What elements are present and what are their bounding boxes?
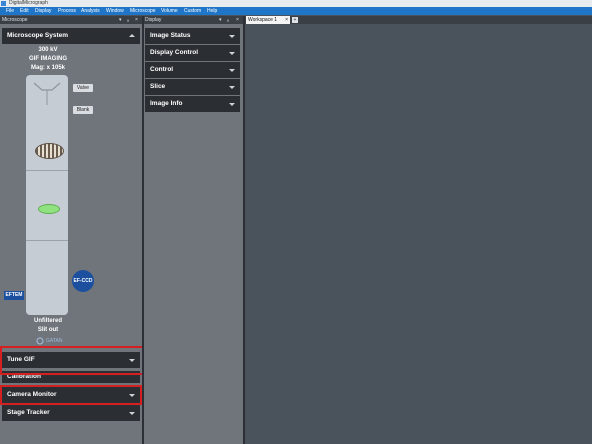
- stage-tracker-header[interactable]: Stage Tracker: [2, 405, 140, 421]
- collapse-arrow-icon: [129, 34, 135, 37]
- section-title: Stage Tracker: [7, 409, 50, 416]
- section-title: Image Status: [150, 32, 191, 39]
- workspace-tabbar: Workspace 1 × +: [244, 16, 592, 24]
- workspace-tab[interactable]: Workspace 1 ×: [246, 16, 290, 24]
- panel-close-icon[interactable]: ×: [236, 16, 239, 24]
- valve-button[interactable]: Valve: [73, 84, 93, 92]
- menu-custom[interactable]: Custom: [184, 7, 201, 15]
- display-panel-header: Display ▾ ₐ ×: [143, 16, 244, 24]
- eftem-button[interactable]: EFTEM: [4, 291, 24, 300]
- app-title: DigitalMicrograph: [9, 0, 48, 6]
- expand-arrow-icon: [229, 103, 235, 106]
- microscope-system-header[interactable]: Microscope System: [2, 28, 140, 44]
- panel-menu-icon[interactable]: ▾: [119, 16, 122, 24]
- ef-ccd-button[interactable]: EF-CCD: [72, 270, 94, 292]
- section-title: Control: [150, 66, 174, 73]
- menu-process[interactable]: Process: [58, 7, 76, 15]
- panel-splitter[interactable]: [243, 16, 245, 444]
- filter-state-label: Unfiltered: [33, 318, 62, 324]
- display-control-header[interactable]: Display Control: [145, 45, 240, 61]
- workspace-tab-label: Workspace 1: [248, 17, 278, 23]
- menu-window[interactable]: Window: [106, 7, 124, 15]
- microscope-panel-header: Microscope ▾ ₐ ×: [0, 16, 143, 24]
- control-header[interactable]: Control: [145, 62, 240, 78]
- voltage-label: 300 kV: [38, 47, 58, 53]
- section-title: Display Control: [150, 49, 199, 56]
- add-workspace-button[interactable]: +: [292, 17, 298, 23]
- gun-valve-icon: [33, 82, 61, 105]
- expand-arrow-icon: [229, 86, 235, 89]
- slice-header[interactable]: Slice: [145, 79, 240, 95]
- menu-help[interactable]: Help: [207, 7, 217, 15]
- tune-gif-highlight: [0, 346, 151, 375]
- gatan-logo: GATAN: [36, 337, 66, 345]
- expand-arrow-icon: [229, 69, 235, 72]
- gatan-logo-text: GATAN: [46, 338, 63, 344]
- gatan-logo-icon: [36, 337, 44, 345]
- mode-label: GIF IMAGING: [29, 56, 67, 62]
- aperture-icon[interactable]: [35, 143, 64, 159]
- menu-bar: File Edit Display Process Analysis Windo…: [0, 7, 592, 15]
- menu-microscope[interactable]: Microscope: [130, 7, 156, 15]
- workspace-area[interactable]: [244, 24, 592, 444]
- panel-close-icon[interactable]: ×: [135, 16, 138, 24]
- microscope-panel-title: Microscope: [2, 17, 28, 23]
- app-titlebar: DigitalMicrograph: [0, 0, 592, 7]
- section-title: Image Info: [150, 100, 183, 107]
- blank-button[interactable]: Blank: [73, 106, 93, 114]
- expand-arrow-icon: [229, 52, 235, 55]
- menu-file[interactable]: File: [6, 7, 14, 15]
- panel-splitter[interactable]: [142, 16, 144, 444]
- image-info-header[interactable]: Image Info: [145, 96, 240, 112]
- column-divider: [26, 170, 68, 171]
- menu-display[interactable]: Display: [35, 7, 51, 15]
- lens-icon[interactable]: [38, 204, 60, 214]
- expand-arrow-icon: [229, 35, 235, 38]
- app-icon: [1, 1, 6, 6]
- panel-dock-icon[interactable]: ₐ: [127, 16, 129, 24]
- magnification-label: Mag: x 105k: [30, 65, 66, 71]
- panel-menu-icon[interactable]: ▾: [219, 16, 222, 24]
- column-divider: [26, 240, 68, 241]
- menu-analysis[interactable]: Analysis: [81, 7, 100, 15]
- image-status-header[interactable]: Image Status: [145, 28, 240, 44]
- camera-monitor-highlight: [0, 385, 142, 405]
- close-icon[interactable]: ×: [285, 16, 288, 24]
- expand-arrow-icon: [129, 412, 135, 415]
- slit-state-label: Slit out: [37, 327, 59, 333]
- display-panel-title: Display: [145, 17, 162, 23]
- section-title: Microscope System: [7, 32, 69, 39]
- menu-edit[interactable]: Edit: [20, 7, 29, 15]
- section-title: Slice: [150, 83, 166, 90]
- microscope-column: [26, 75, 68, 315]
- menu-volume[interactable]: Volume: [161, 7, 178, 15]
- panel-dock-icon[interactable]: ₐ: [227, 16, 229, 24]
